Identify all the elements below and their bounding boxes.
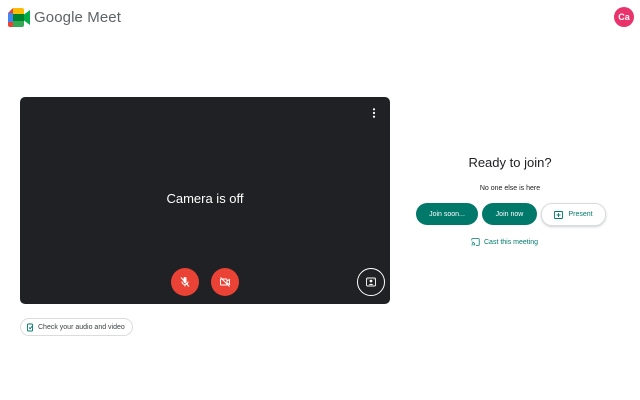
cast-icon bbox=[471, 238, 480, 246]
account-avatar[interactable]: Ca bbox=[614, 7, 634, 27]
visual-effects-icon bbox=[366, 277, 376, 287]
cast-meeting-link[interactable]: Cast this meeting bbox=[471, 238, 538, 246]
camera-status-text: Camera is off bbox=[166, 191, 244, 206]
join-soon-button[interactable]: Join soon... bbox=[416, 203, 478, 225]
microphone-toggle-button[interactable] bbox=[171, 268, 199, 296]
check-audio-label: Check your audio and video bbox=[38, 323, 125, 331]
present-label: Present bbox=[568, 211, 593, 218]
camera-toggle-button[interactable] bbox=[211, 268, 239, 296]
mic-off-icon bbox=[180, 277, 190, 287]
visual-effects-button[interactable] bbox=[357, 268, 385, 296]
more-vert-icon bbox=[372, 108, 376, 118]
participants-status: No one else is here bbox=[479, 185, 541, 192]
meet-prejoin-page: Google Meet Ca Camera is off Check your … bbox=[0, 0, 640, 400]
cast-label: Cast this meeting bbox=[484, 238, 539, 246]
join-now-button[interactable]: Join now bbox=[482, 203, 537, 225]
video-preview: Camera is off bbox=[20, 97, 390, 304]
google-meet-logo[interactable]: Google Meet bbox=[8, 8, 121, 27]
check-audio-video-button[interactable]: Check your audio and video bbox=[20, 318, 133, 336]
ready-to-join-heading: Ready to join? bbox=[468, 155, 552, 170]
present-to-all-icon bbox=[554, 210, 564, 219]
more-options-button[interactable] bbox=[366, 105, 382, 121]
videocam-off-icon bbox=[220, 277, 230, 287]
speaker-check-icon bbox=[27, 323, 33, 331]
present-button[interactable]: Present bbox=[541, 203, 606, 226]
app-name: Google Meet bbox=[34, 9, 121, 26]
meet-logo-icon bbox=[8, 8, 30, 27]
